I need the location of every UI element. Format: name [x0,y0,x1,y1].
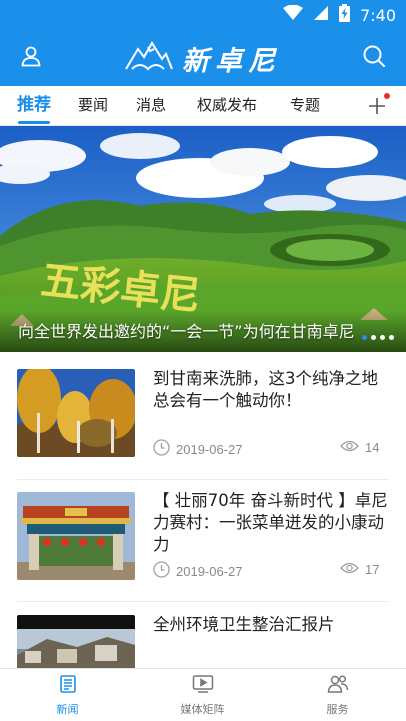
user-profile-button[interactable] [15,42,47,74]
news-date: 2019-06-27 [153,439,243,459]
tab-official-release[interactable]: 权威发布 [197,86,257,126]
carousel-dot-4[interactable] [389,335,394,340]
news-item[interactable]: 【 壮丽70年 奋斗新时代 】卓尼力赛村：一张菜单迸发的小康动力 2019-06… [0,480,406,602]
add-channel-button[interactable] [362,91,392,121]
news-date-text: 2019-06-27 [176,441,243,457]
battery-charging-icon [339,4,351,26]
status-bar: 7:40 [0,0,406,30]
carousel-dot-1[interactable] [362,335,367,340]
nav-media-matrix-label: 媒体矩阵 [180,703,225,716]
search-icon [362,44,386,72]
nav-media-matrix[interactable]: 媒体矩阵 [135,669,270,721]
news-title: 【 壮丽70年 奋斗新时代 】卓尼力赛村：一张菜单迸发的小康动力 [153,491,388,554]
news-title: 全州环境卫生整治汇报片 [153,615,335,634]
news-item[interactable]: 到甘南来洗肺，这3个纯净之地总会有一个触动你！ 2019-06-27 14 [0,352,406,480]
nav-service-label: 服务 [326,703,349,716]
tab-recommend[interactable]: 推荐 [17,86,51,126]
app-header: 新卓尼 [0,30,406,86]
eye-icon [340,561,359,578]
banner-carousel[interactable]: 五彩卓尼 向全世界发出邀约的“一会一节”为何在甘南卓尼 [0,126,406,352]
tab-headlines[interactable]: 要闻 [78,86,108,126]
carousel-dots [362,335,394,340]
tibetan-gate-photo [17,492,135,580]
news-views-count: 14 [365,440,380,455]
news-title: 到甘南来洗肺，这3个纯净之地总会有一个触动你！ [153,369,378,410]
media-matrix-icon [192,674,214,698]
nav-service[interactable]: 服务 [270,669,405,721]
app-logo: 新卓尼 [124,38,281,78]
eye-icon [340,439,359,456]
news-date-text: 2019-06-27 [176,563,243,579]
news-date: 2019-06-27 [153,561,243,581]
news-item[interactable]: 全州环境卫生整治汇报片 [0,602,406,668]
nav-news[interactable]: 新闻 [0,669,135,721]
search-button[interactable] [358,42,390,74]
wifi-icon [283,4,304,25]
user-icon [20,45,42,71]
service-icon [327,674,349,698]
status-icons: 7:40 [283,4,396,26]
plus-icon [362,98,392,125]
clock-icon [153,561,170,581]
active-tab-indicator [18,121,50,124]
signal-icon [313,5,329,25]
news-views: 17 [340,561,379,578]
news-icon [58,674,78,698]
news-thumbnail [17,492,135,580]
autumn-trees-photo [17,369,135,457]
carousel-dot-2[interactable] [371,335,376,340]
app-logo-text: 新卓尼 [182,45,281,77]
new-channel-badge [384,93,390,99]
news-views-count: 17 [365,562,380,577]
nav-news-label: 新闻 [56,703,79,716]
channel-tab-bar: 推荐 要闻 消息 权威发布 专题 [0,86,406,126]
mountain-logo-icon [124,39,174,77]
bottom-navigation: 新闻 媒体矩阵 服务 [0,668,406,721]
tab-messages[interactable]: 消息 [136,86,166,126]
carousel-dot-3[interactable] [380,335,385,340]
town-street-photo [17,615,135,668]
news-views: 14 [340,439,379,456]
banner-caption: 向全世界发出邀约的“一会一节”为何在甘南卓尼 [18,322,355,341]
clock-icon [153,439,170,459]
news-thumbnail [17,369,135,457]
status-time: 7:40 [360,5,396,25]
tab-topics[interactable]: 专题 [290,86,320,126]
news-thumbnail [17,615,135,668]
